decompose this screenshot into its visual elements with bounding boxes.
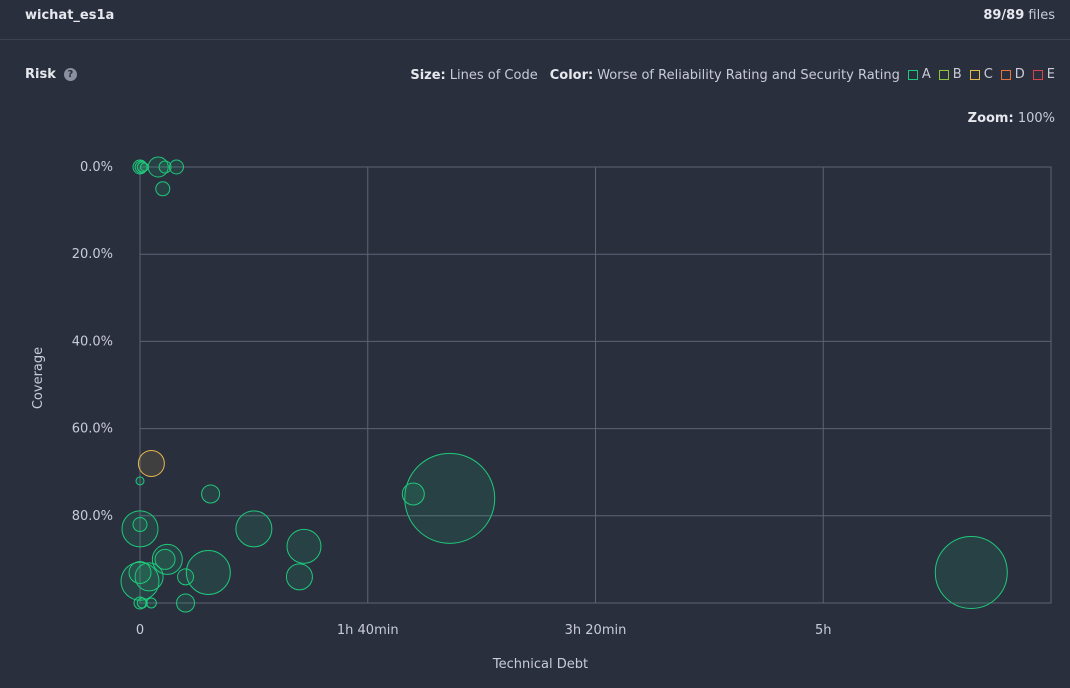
x-axis-title: Technical Debt	[492, 657, 588, 672]
y-tick-label: 40.0%	[72, 334, 113, 349]
bubble-a[interactable]	[140, 162, 150, 172]
bubble-a[interactable]	[128, 560, 152, 584]
bubble-a[interactable]	[401, 482, 425, 506]
bubble-c[interactable]	[137, 449, 165, 477]
y-tick-label: 0.0%	[80, 160, 113, 175]
y-tick-label: 80.0%	[72, 509, 113, 524]
x-tick-label: 0	[136, 623, 144, 638]
bubble-a[interactable]	[286, 528, 322, 564]
bubble-a[interactable]	[132, 517, 148, 533]
bubble-a[interactable]	[176, 593, 196, 613]
x-tick-label: 5h	[815, 623, 832, 638]
x-tick-label: 1h 40min	[337, 623, 399, 638]
bubble-a[interactable]	[185, 549, 231, 595]
bubble-a[interactable]	[135, 476, 145, 486]
y-tick-label: 60.0%	[72, 422, 113, 437]
bubble-a[interactable]	[177, 568, 195, 586]
bubble-a[interactable]	[155, 181, 171, 197]
bubble-a[interactable]	[158, 160, 172, 174]
bubble-a[interactable]	[136, 597, 148, 609]
bubble-a[interactable]	[154, 548, 176, 570]
bubble-a[interactable]	[285, 563, 313, 591]
x-tick-label: 3h 20min	[565, 623, 627, 638]
y-tick-label: 20.0%	[72, 247, 113, 262]
bubble-a[interactable]	[145, 597, 157, 609]
bubble-a[interactable]	[201, 484, 221, 504]
bubble-chart[interactable]: 0.0% 20.0% 40.0% 60.0% 80.0% 0 1h 40min 3h 20mi…	[0, 0, 1070, 688]
bubble-a[interactable]	[235, 510, 273, 548]
bubble-a[interactable]	[934, 535, 1008, 609]
y-axis-title: Coverage	[31, 347, 46, 409]
